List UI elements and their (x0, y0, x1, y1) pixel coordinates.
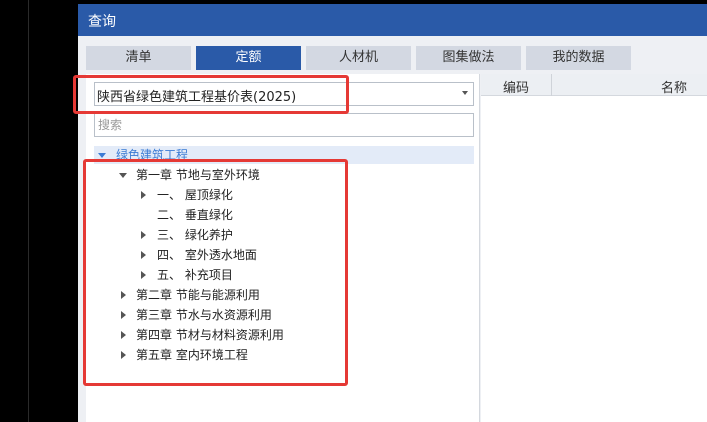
tab-my-data[interactable]: 我的数据 (526, 46, 631, 70)
query-dialog: 查询 清单 定额 人材机 图集做法 我的数据 陕西省绿色建筑工程基价表(2025… (73, 4, 707, 422)
tree-chapter-1[interactable]: 第一章 节地与室外环境 (116, 166, 456, 184)
collapsed-caret-icon[interactable] (121, 311, 126, 319)
tree-section-2[interactable]: 二、 垂直绿化 (136, 206, 456, 224)
column-divider[interactable] (551, 74, 552, 96)
tree-chapter-4[interactable]: 第四章 节材与材料资源利用 (116, 326, 456, 344)
tree-chapter-label: 第三章 节水与水资源利用 (136, 308, 272, 322)
tree-panel: 陕西省绿色建筑工程基价表(2025) 绿色建筑工程 第一章 节地与室外环境 一、… (86, 74, 480, 422)
tree-section-3[interactable]: 三、 绿化养护 (136, 226, 456, 244)
collapsed-caret-icon[interactable] (141, 271, 146, 279)
tree-chapter-3[interactable]: 第三章 节水与水资源利用 (116, 306, 456, 324)
grid-header: 编码 名称 (481, 74, 707, 96)
tree-chapter-label: 第一章 节地与室外环境 (136, 168, 260, 182)
tree-root[interactable]: 绿色建筑工程 (94, 146, 474, 164)
library-select-value: 陕西省绿色建筑工程基价表(2025) (97, 90, 297, 105)
tree-chapter-label: 第二章 节能与能源利用 (136, 288, 260, 302)
expanded-caret-icon[interactable] (119, 173, 127, 178)
background-divider (28, 0, 29, 422)
collapsed-caret-icon[interactable] (121, 351, 126, 359)
window-title: 查询 (88, 14, 116, 30)
column-header-code[interactable]: 编码 (503, 77, 529, 96)
tree-chapter-label: 第五章 室内环境工程 (136, 348, 248, 362)
collapsed-caret-icon[interactable] (141, 231, 146, 239)
collapsed-caret-icon[interactable] (121, 291, 126, 299)
title-bar[interactable]: 查询 (78, 4, 707, 36)
tree-chapter-label: 第四章 节材与材料资源利用 (136, 328, 284, 342)
tree-section-4[interactable]: 四、 室外透水地面 (136, 246, 456, 264)
search-input[interactable] (94, 113, 474, 137)
tab-atlas-methods[interactable]: 图集做法 (416, 46, 521, 70)
results-grid: 编码 名称 (481, 74, 707, 422)
collapsed-caret-icon[interactable] (121, 331, 126, 339)
tree-section-label: 五、 补充项目 (157, 268, 233, 282)
tree-section-label: 二、 垂直绿化 (157, 208, 233, 222)
chevron-down-icon[interactable] (462, 91, 468, 95)
tab-bar: 清单 定额 人材机 图集做法 我的数据 (78, 36, 707, 74)
tree-chapter-5[interactable]: 第五章 室内环境工程 (116, 346, 456, 364)
column-header-name[interactable]: 名称 (661, 77, 687, 96)
tree-section-label: 一、 屋顶绿化 (157, 188, 233, 202)
collapsed-caret-icon[interactable] (141, 251, 146, 259)
tab-quota[interactable]: 定额 (196, 46, 301, 70)
tree-section-label: 四、 室外透水地面 (157, 248, 257, 262)
collapsed-caret-icon[interactable] (141, 191, 146, 199)
library-select[interactable]: 陕西省绿色建筑工程基价表(2025) (94, 82, 474, 106)
tree-chapter-2[interactable]: 第二章 节能与能源利用 (116, 286, 456, 304)
tab-list-items[interactable]: 清单 (86, 46, 191, 70)
tree-section-5[interactable]: 五、 补充项目 (136, 266, 456, 284)
tree-section-label: 三、 绿化养护 (157, 228, 233, 242)
tree-section-1[interactable]: 一、 屋顶绿化 (136, 186, 456, 204)
tree-root-label: 绿色建筑工程 (116, 148, 189, 162)
tab-labor-material-machine[interactable]: 人材机 (306, 46, 411, 70)
expanded-caret-icon[interactable] (98, 153, 106, 158)
background-window (0, 0, 78, 422)
